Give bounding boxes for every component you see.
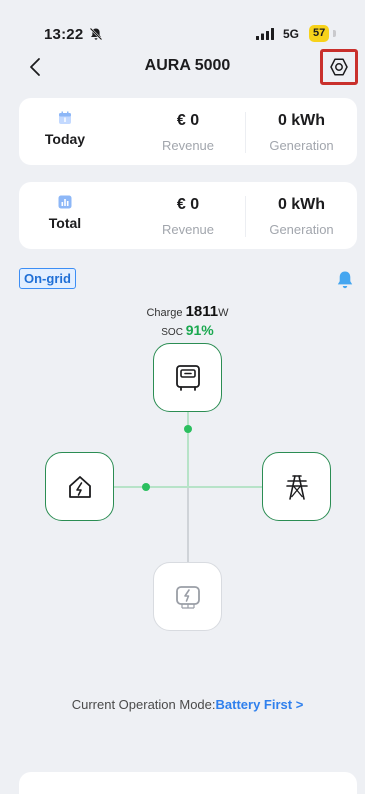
total-revenue: € 0 Revenue [131,196,245,237]
total-generation: 0 kWh Generation [245,196,357,237]
home-node[interactable] [45,452,114,521]
bar-chart-icon [58,195,72,209]
total-card-head: Total [19,195,111,231]
grid-status-badge: On-grid [19,268,76,289]
network-type: 5G [283,27,300,41]
battery-node[interactable] [153,343,222,412]
soc-value: 91% [185,322,214,338]
charge-readout: Charge 1811W [0,303,365,320]
total-label: Total [48,215,82,231]
ev-charger-icon [175,585,200,609]
status-bar: 13:22 5G 57 [0,0,365,44]
page-title: AURA 5000 [144,57,231,74]
today-generation-value: 0 kWh [277,112,326,129]
charger-node[interactable] [153,562,222,631]
today-card-head: Today [19,111,111,147]
settings-button[interactable] [320,49,358,85]
calendar-icon [59,111,71,124]
today-revenue: € 0 Revenue [131,112,245,153]
flow-line-charger [187,488,189,564]
total-generation-value: 0 kWh [277,196,326,213]
flow-dot-home [142,483,150,491]
flow-line-battery [187,412,189,488]
total-revenue-value: € 0 [176,196,200,213]
power-tower-icon [285,474,308,500]
home-power-icon [68,475,91,498]
grid-node[interactable] [262,452,331,521]
operation-mode-value: Battery First > [215,697,304,712]
today-revenue-label: Revenue [161,138,215,153]
cellular-signal-icon [256,28,274,40]
battery-tip [333,30,336,37]
today-generation: 0 kWh Generation [245,112,357,153]
total-generation-label: Generation [269,222,334,237]
charge-value: 1811 [185,303,219,320]
today-revenue-value: € 0 [176,112,200,129]
bell-icon[interactable] [336,270,354,290]
today-generation-label: Generation [269,138,334,153]
device-detail-screen: 13:22 5G 57 AURA 5000 Today € 0 Revenue … [0,0,365,794]
operation-mode-label: Current Operation Mode: [71,697,216,712]
bottom-card [19,772,357,794]
charge-label: Charge [146,307,183,319]
charge-unit: W [218,307,229,319]
today-label: Today [44,131,86,147]
hexagon-settings-icon [330,58,348,76]
battery-level: 57 [309,25,330,42]
operation-mode-link[interactable]: Current Operation Mode:Battery First > [0,697,365,712]
bell-slash-icon [89,27,103,41]
total-stats-card: Total € 0 Revenue 0 kWh Generation [19,182,357,249]
soc-readout: SOC 91% [0,322,365,338]
status-time: 13:22 [44,26,84,43]
soc-label: SOC [161,327,183,338]
total-revenue-label: Revenue [161,222,215,237]
battery-storage-icon [175,364,200,391]
flow-dot-battery [184,425,192,433]
today-stats-card: Today € 0 Revenue 0 kWh Generation [19,98,357,165]
